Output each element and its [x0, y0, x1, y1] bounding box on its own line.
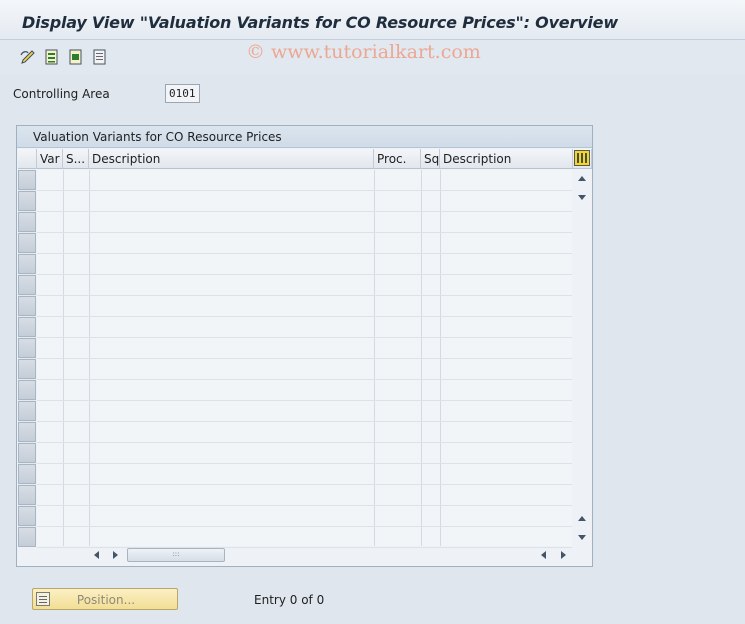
row-selector[interactable]	[18, 275, 36, 295]
table-row	[37, 253, 572, 254]
column-header-s[interactable]: S...	[63, 149, 89, 169]
row-selector[interactable]	[18, 254, 36, 274]
row-selector[interactable]	[18, 380, 36, 400]
display-change-icon[interactable]	[19, 48, 37, 66]
scroll-right-icon[interactable]	[113, 551, 118, 559]
column-header-proc[interactable]: Proc.	[374, 149, 421, 169]
scroll-far-left-icon[interactable]	[541, 551, 546, 559]
select-all-icon[interactable]	[43, 48, 61, 66]
row-selector[interactable]	[18, 359, 36, 379]
watermark: © www.tutorialkart.com	[246, 41, 481, 63]
column-header-sq[interactable]: Sq	[421, 149, 440, 169]
page-title: Display View "Valuation Variants for CO …	[22, 13, 618, 32]
column-header-description[interactable]: Description	[89, 149, 374, 169]
table-title-bar: Valuation Variants for CO Resource Price…	[17, 126, 592, 148]
table-row	[37, 337, 572, 338]
table-row	[37, 358, 572, 359]
row-selector[interactable]	[18, 338, 36, 358]
table-title: Valuation Variants for CO Resource Price…	[33, 130, 282, 144]
table-row	[37, 379, 572, 380]
title-bar: Display View "Valuation Variants for CO …	[0, 0, 745, 40]
row-selector[interactable]	[18, 212, 36, 232]
position-button[interactable]: Position...	[32, 588, 178, 610]
controlling-area-label: Controlling Area	[13, 87, 110, 101]
row-selector[interactable]	[18, 317, 36, 337]
table-row	[37, 211, 572, 212]
scroll-page-down-icon[interactable]	[578, 535, 586, 540]
table-row	[37, 526, 572, 527]
row-selector[interactable]	[18, 485, 36, 505]
table-row	[37, 442, 572, 443]
table-settings-icon[interactable]	[574, 150, 590, 166]
row-selector[interactable]	[18, 464, 36, 484]
select-block-icon[interactable]	[67, 48, 85, 66]
row-selector[interactable]	[18, 401, 36, 421]
scroll-far-right-icon[interactable]	[561, 551, 566, 559]
position-button-label: Position...	[76, 593, 136, 607]
scroll-left-icon[interactable]	[94, 551, 99, 559]
column-header-var[interactable]: Var	[37, 149, 63, 169]
table-row	[37, 274, 572, 275]
horizontal-scroll-thumb[interactable]: :::	[127, 548, 225, 562]
row-selector[interactable]	[18, 296, 36, 316]
row-selector-column	[18, 170, 36, 547]
table-row	[37, 484, 572, 485]
controlling-area-field[interactable]: 0101	[165, 84, 200, 103]
row-selector[interactable]	[18, 527, 36, 547]
row-selector[interactable]	[18, 233, 36, 253]
deselect-all-icon[interactable]	[91, 48, 109, 66]
row-selector[interactable]	[18, 443, 36, 463]
scroll-page-up-icon[interactable]	[578, 516, 586, 521]
row-selector[interactable]	[18, 506, 36, 526]
column-header-description-2[interactable]: Description	[440, 149, 573, 169]
table-row	[37, 190, 572, 191]
table-row	[37, 400, 572, 401]
table-row	[37, 463, 572, 464]
table-row	[37, 295, 572, 296]
table-row	[37, 505, 572, 506]
table-row	[37, 316, 572, 317]
horizontal-scrollbar[interactable]: :::	[87, 546, 591, 564]
table-row	[37, 232, 572, 233]
table-body	[37, 170, 572, 548]
valuation-variants-table: Valuation Variants for CO Resource Price…	[16, 125, 593, 567]
row-selector[interactable]	[18, 422, 36, 442]
entry-count: Entry 0 of 0	[254, 593, 325, 607]
scroll-up-icon[interactable]	[578, 176, 586, 181]
scroll-down-icon[interactable]	[578, 195, 586, 200]
row-selector[interactable]	[18, 191, 36, 211]
row-selector[interactable]	[18, 170, 36, 190]
table-row	[37, 421, 572, 422]
select-all-rows-header[interactable]	[18, 149, 37, 169]
vertical-scrollbar[interactable]	[573, 170, 591, 546]
